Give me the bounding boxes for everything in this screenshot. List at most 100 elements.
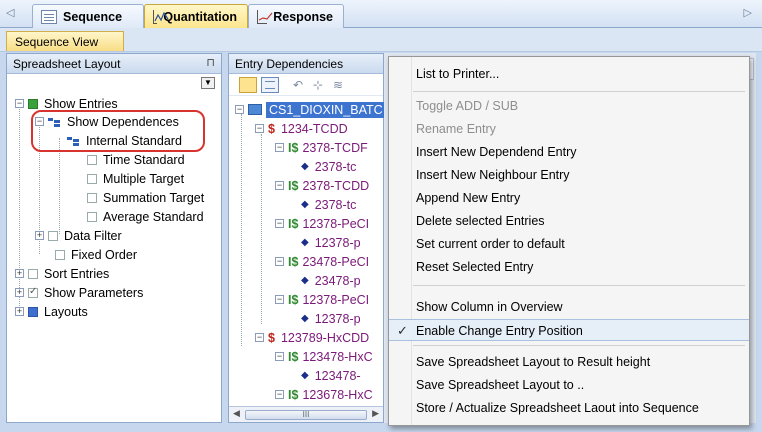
- menu-item-insert-dependend-entry[interactable]: Insert New Dependend Entry: [389, 141, 749, 163]
- checkbox-checked-icon[interactable]: [28, 98, 38, 109]
- entry-type-marker: I$: [288, 292, 299, 307]
- collapse-icon[interactable]: −: [255, 333, 264, 342]
- tree-item-entry[interactable]: − I$ 123478-HxC: [275, 347, 373, 366]
- scroll-right-arrow-icon[interactable]: ▷: [744, 6, 752, 19]
- collapse-icon[interactable]: −: [15, 99, 24, 108]
- scroll-right-icon[interactable]: ▶: [372, 408, 379, 419]
- tree-item-entry[interactable]: − $ 123789-HxCDD: [255, 328, 369, 347]
- expand-icon[interactable]: +: [35, 231, 44, 240]
- tree-item-label: 12378-p: [314, 235, 361, 250]
- menu-item-list-to-printer[interactable]: List to Printer...: [389, 63, 749, 85]
- menu-item-enable-change-entry-position[interactable]: ✓ Enable Change Entry Position: [389, 319, 749, 341]
- tree-item-entry[interactable]: ◆ 12378-p: [301, 233, 361, 252]
- undo-icon[interactable]: ↶: [289, 77, 307, 93]
- scroll-left-icon[interactable]: ◀: [233, 408, 240, 419]
- menu-separator: [413, 91, 745, 92]
- tree-item-entry[interactable]: − I$ 12378-PeCI: [275, 214, 369, 233]
- collapse-icon[interactable]: −: [255, 124, 264, 133]
- checkbox-icon[interactable]: [87, 211, 97, 222]
- tree-view-icon[interactable]: [239, 77, 257, 93]
- dropdown-button[interactable]: ▼: [201, 77, 215, 89]
- tree-item-data-filter[interactable]: + Data Filter: [35, 226, 122, 245]
- menu-item-set-order-default[interactable]: Set current order to default: [389, 233, 749, 255]
- tab-response[interactable]: Response: [248, 4, 344, 28]
- tree-item-label: 123478-HxC: [302, 349, 373, 364]
- tree-item-entry[interactable]: − I$ 2378-TCDD: [275, 176, 369, 195]
- checkbox-icon[interactable]: [28, 268, 38, 279]
- checkbox-icon[interactable]: [87, 154, 97, 165]
- tab-sequence-view[interactable]: Sequence View: [6, 31, 124, 51]
- tree-item-entry[interactable]: ◆ 2378-tc: [301, 195, 356, 214]
- tree-item-entry[interactable]: ◆ 2378-tc: [301, 157, 356, 176]
- tree-item-time-standard[interactable]: Time Standard: [87, 150, 185, 169]
- menu-item-append-entry[interactable]: Append New Entry: [389, 187, 749, 209]
- tab-sequence[interactable]: Sequence: [32, 4, 144, 28]
- tree-item-entry[interactable]: − I$ 12378-PeCI: [275, 290, 369, 309]
- diamond-icon: ◆: [301, 199, 309, 210]
- expand-icon[interactable]: +: [15, 269, 24, 278]
- tree-item-label: Fixed Order: [71, 247, 137, 262]
- panel-header: Entry Dependencies: [229, 54, 383, 74]
- tree-item-multiple-target[interactable]: Multiple Target: [87, 169, 184, 188]
- tree-item-batch-root[interactable]: − CS1_DIOXIN_BATC: [235, 100, 386, 119]
- tree-item-entry[interactable]: − I$ 123678-HxC: [275, 385, 373, 404]
- menu-item-store-layout-into-sequence[interactable]: Store / Actualize Spreadsheet Laout into…: [389, 397, 749, 419]
- menu-item-reset-selected-entry[interactable]: Reset Selected Entry: [389, 256, 749, 278]
- collapse-icon[interactable]: −: [275, 352, 284, 361]
- grid-view-icon[interactable]: [261, 77, 279, 93]
- tree-item-entry[interactable]: − $ 1234-TCDD: [255, 119, 348, 138]
- menu-item-insert-neighbour-entry[interactable]: Insert New Neighbour Entry: [389, 164, 749, 186]
- collapse-icon[interactable]: −: [275, 390, 284, 399]
- tree-item-sort-entries[interactable]: + Sort Entries: [15, 264, 109, 283]
- tree-item-show-parameters[interactable]: + Show Parameters: [15, 283, 143, 302]
- tree-item-label: 23478-p: [314, 273, 361, 288]
- tree-item-label: Show Parameters: [44, 285, 144, 300]
- tree-item-entry[interactable]: ◆ 123478-: [301, 366, 361, 385]
- tree-item-label: 12378-PeCI: [302, 292, 370, 307]
- checkbox-icon[interactable]: [55, 249, 65, 260]
- annotation-highlight-box: [31, 110, 205, 152]
- sort-icon[interactable]: ≋: [329, 77, 347, 93]
- collapse-icon[interactable]: −: [275, 257, 284, 266]
- checkbox-icon[interactable]: [87, 173, 97, 184]
- menu-item-label: Reset Selected Entry: [416, 260, 534, 274]
- tree-item-fixed-order[interactable]: Fixed Order: [55, 245, 137, 264]
- tree-item-summation-target[interactable]: Summation Target: [87, 188, 204, 207]
- menu-item-save-layout-result-height[interactable]: Save Spreadsheet Layout to Result height: [389, 351, 749, 373]
- tab-quantitation[interactable]: Quantitation: [144, 4, 248, 29]
- menu-item-show-column-in-overview[interactable]: Show Column in Overview: [389, 296, 749, 318]
- tree-item-entry[interactable]: ◆ 23478-p: [301, 271, 361, 290]
- collapse-icon[interactable]: −: [275, 143, 284, 152]
- quantitation-chart-icon: [153, 10, 169, 24]
- entry-dependencies-panel: Entry Dependencies ↶ ⊹ ≋ − CS1_DIOXIN_BA…: [228, 53, 386, 423]
- collapse-icon[interactable]: −: [275, 219, 284, 228]
- collapse-icon[interactable]: −: [235, 105, 244, 114]
- expand-icon[interactable]: +: [15, 288, 24, 297]
- menu-item-save-layout-to[interactable]: Save Spreadsheet Layout to ..: [389, 374, 749, 396]
- diamond-icon: ◆: [301, 313, 309, 324]
- menu-item-toggle-add-sub[interactable]: Toggle ADD / SUB: [389, 95, 749, 117]
- tree-item-entry[interactable]: − I$ 23478-PeCI: [275, 252, 369, 271]
- tree-item-layouts[interactable]: + Layouts: [15, 302, 88, 321]
- checkbox-icon[interactable]: [28, 306, 38, 317]
- tree-item-average-standard[interactable]: Average Standard: [87, 207, 204, 226]
- scroll-left-arrow-icon[interactable]: ◁: [6, 6, 14, 19]
- menu-item-label: Enable Change Entry Position: [416, 324, 583, 338]
- scroll-thumb[interactable]: III: [245, 410, 367, 420]
- collapse-icon[interactable]: −: [275, 295, 284, 304]
- tree-item-label: 2378-TCDD: [302, 178, 370, 193]
- checkmark-icon: ✓: [397, 323, 408, 338]
- checkbox-icon[interactable]: [87, 192, 97, 203]
- collapse-icon[interactable]: −: [275, 181, 284, 190]
- menu-item-delete-selected-entries[interactable]: Delete selected Entries: [389, 210, 749, 232]
- expand-icon[interactable]: +: [15, 307, 24, 316]
- horizontal-scrollbar[interactable]: ◀ III ▶: [229, 406, 383, 422]
- checkbox-icon[interactable]: [48, 230, 58, 241]
- tree-item-entry[interactable]: − I$ 2378-TCDF: [275, 138, 368, 157]
- move-icon[interactable]: ⊹: [309, 77, 327, 93]
- checkbox-checked-icon[interactable]: [28, 286, 38, 298]
- tree-item-label: 2378-tc: [314, 197, 357, 212]
- tree-item-entry[interactable]: ◆ 12378-p: [301, 309, 361, 328]
- pin-icon[interactable]: ⊓: [206, 56, 215, 69]
- menu-item-rename-entry[interactable]: Rename Entry: [389, 118, 749, 140]
